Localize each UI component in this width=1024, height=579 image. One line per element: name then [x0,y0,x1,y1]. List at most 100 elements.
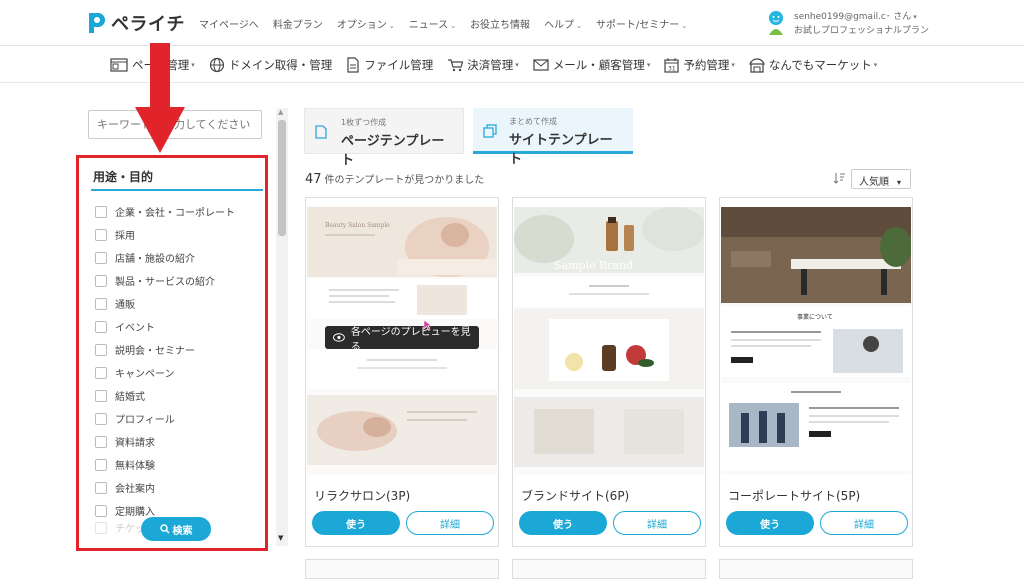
avatar-icon [769,11,783,35]
subnav-payment[interactable]: 決済管理 ▾ [447,57,519,73]
checkbox[interactable] [95,481,107,494]
filter-label: 定期購入 [115,507,155,518]
topnav-mypage[interactable]: マイページへ [199,16,259,31]
search-button[interactable]: 検索 [141,517,211,541]
subnav-market[interactable]: なんでもマーケット ▾ [748,57,878,73]
account-plan: お試しプロフェッショナルプラン [794,26,930,36]
scroll-down-icon[interactable]: ▼ [278,534,283,542]
filter-label: 無料体験 [115,461,155,472]
detail-button[interactable]: 詳細 [613,511,701,535]
chevron-down-icon: ▾ [897,178,902,187]
tab-subtitle: 1枚ずつ作成 [341,118,387,127]
filter-label: 資料請求 [115,438,155,449]
template-card-partial[interactable] [719,559,913,579]
cart-icon [448,59,464,72]
filter-item[interactable]: 説明会・セミナー [95,338,265,361]
filter-label: 店舗・施設の紹介 [115,254,195,265]
subnav-mail[interactable]: メール・顧客管理 ▾ [533,57,650,73]
checkbox[interactable] [95,320,107,333]
detail-button[interactable]: 詳細 [820,511,908,535]
filter-item[interactable]: 無料体験 [95,453,265,476]
purpose-filter-panel: 用途・目的 企業・会社・コーポレート 採用 店舗・施設の紹介 製品・サービスの紹… [76,155,268,551]
subnav-domain[interactable]: ドメイン取得・管理 [209,57,332,73]
template-thumbnail[interactable]: 事業について [721,199,911,475]
detail-label: 詳細 [854,519,874,531]
account-menu[interactable]: senhe0199@gmail.c･ さん ▾ お試しプロフェッショナルプラン [766,10,929,38]
use-button[interactable]: 使う [519,511,607,535]
template-card-partial[interactable] [305,559,499,579]
detail-button[interactable]: 詳細 [406,511,494,535]
filter-label: 採用 [115,231,135,242]
sub-nav: ページ管理▾ ドメイン取得・管理 ファイル管理 決済管理▾ メール・顧客管理▾ … [110,57,891,73]
checkbox[interactable] [95,412,107,425]
template-card-brand-site[interactable]: Sample Brand ブランドサイト(6P) 使う 詳細 [512,197,706,547]
template-card-partial[interactable] [512,559,706,579]
checkbox[interactable] [95,205,107,218]
preview-tooltip[interactable]: 各ページのプレビューを見る [325,326,479,353]
checkbox[interactable] [95,228,107,241]
checkbox[interactable] [95,521,107,534]
topnav-tips[interactable]: お役立ち情報 [470,16,530,31]
checkbox[interactable] [95,274,107,287]
detail-label: 詳細 [647,519,667,531]
filter-item[interactable]: キャンペーン [95,361,265,384]
sidebar-scrollbar[interactable]: ▲ ▼ [276,108,288,546]
topnav-pricing[interactable]: 料金プラン [273,16,323,31]
filter-item[interactable]: 通販 [95,292,265,315]
results-text: 件のテンプレートが見つかりました [324,175,485,186]
template-card-relax-salon[interactable]: Beauty Salon Sample リラクサロン(3P) 使う 詳細 [305,197,499,547]
filter-title: 用途・目的 [93,170,154,184]
sort-dropdown[interactable]: 人気順 ▾ [851,169,911,189]
use-button[interactable]: 使う [726,511,814,535]
filter-label: イベント [115,323,155,334]
filter-item[interactable]: 結婚式 [95,384,265,407]
filter-item[interactable]: プロフィール [95,407,265,430]
subnav-file[interactable]: ファイル管理 [346,57,433,73]
filter-item[interactable]: 店舗・施設の紹介 [95,246,265,269]
subnav-reservation[interactable]: 31 予約管理 ▾ [664,57,735,73]
search-icon [159,524,170,534]
topnav-options[interactable]: オプション ⌄ [337,16,395,31]
account-suffix: さん [893,12,912,22]
topnav-help[interactable]: ヘルプ ⌄ [544,16,582,31]
calendar-icon: 31 [664,58,679,73]
chevron-down-icon: ▾ [191,61,195,69]
account-email: senhe0199@gmail.c [794,12,886,22]
page-icon [110,58,128,72]
topnav-support[interactable]: サポート/セミナー ⌄ [596,16,687,31]
use-button[interactable]: 使う [312,511,400,535]
filter-item[interactable]: 製品・サービスの紹介 [95,269,265,292]
tab-site-template[interactable]: まとめて作成 サイトテンプレート [473,108,633,167]
topnav-news[interactable]: ニュース ⌄ [409,16,456,31]
tab-page-template[interactable]: 1枚ずつ作成 ページテンプレート [304,108,464,168]
documents-icon [483,124,497,138]
checkbox[interactable] [95,389,107,402]
checkbox[interactable] [95,504,107,517]
checkbox[interactable] [95,343,107,356]
checkbox[interactable] [95,251,107,264]
template-thumbnail[interactable]: Sample Brand [514,199,704,475]
filter-label: 結婚式 [115,392,145,403]
peraichi-logo[interactable]: ペライチ [86,10,185,36]
filter-item[interactable]: 会社案内 [95,476,265,499]
scroll-up-icon[interactable]: ▲ [278,108,283,116]
chevron-down-icon: ▾ [873,61,878,69]
filter-label: 通販 [115,300,135,311]
filter-item[interactable]: 資料請求 [95,430,265,453]
checkbox[interactable] [95,458,107,471]
checkbox[interactable] [95,435,107,448]
filter-item[interactable]: 企業・会社・コーポレート [95,200,265,223]
logo-text: ペライチ [111,14,185,35]
document-icon [315,125,327,139]
checkbox[interactable] [95,297,107,310]
chevron-down-icon: ▾ [731,61,735,69]
thumbnail-caption: Beauty Salon Sample [325,222,390,229]
tab-subtitle: まとめて作成 [509,117,557,126]
scrollbar-thumb[interactable] [278,120,286,236]
checkbox[interactable] [95,366,107,379]
chevron-down-icon: ⌄ [576,22,582,30]
template-card-corporate-site[interactable]: 事業について コーポレートサイト(5P) 使う 詳細 [719,197,913,547]
filter-label: 会社案内 [115,484,155,495]
filter-item[interactable]: 採用 [95,223,265,246]
filter-item[interactable]: イベント [95,315,265,338]
